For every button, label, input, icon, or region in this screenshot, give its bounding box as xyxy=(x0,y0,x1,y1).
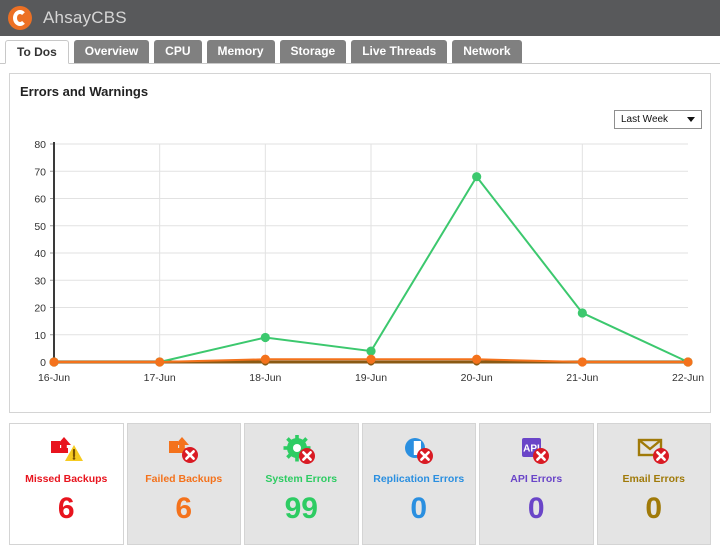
errors-and-warnings-panel: Errors and Warnings Last Week 0 10 20 30 40 5… xyxy=(9,73,711,413)
app-header: AhsayCBS xyxy=(0,0,720,36)
upload-warning-icon xyxy=(47,434,85,470)
data-point[interactable] xyxy=(683,357,692,366)
gear-error-icon xyxy=(282,434,320,470)
ahsay-c-logo-icon xyxy=(8,6,32,30)
data-point[interactable] xyxy=(472,172,481,181)
tab-storage[interactable]: Storage xyxy=(280,40,347,63)
upload-warning-icon xyxy=(47,435,85,469)
y-axis-label: 40 xyxy=(34,248,46,260)
chart-canvas: 0 10 20 30 40 50 60 70 80 16-Jun 17-Jun 18-Jun 19-Ju… xyxy=(10,134,708,404)
card-label: Missed Backups xyxy=(25,473,107,485)
card-value: 0 xyxy=(528,494,545,524)
app-title: AhsayCBS xyxy=(43,8,127,28)
replication-error-icon xyxy=(400,434,438,470)
card-email-errors[interactable]: Email Errors 0 xyxy=(597,423,712,545)
data-point[interactable] xyxy=(366,355,375,364)
data-point[interactable] xyxy=(155,357,164,366)
card-label: Email Errors xyxy=(623,473,685,485)
card-failed-backups[interactable]: Failed Backups 6 xyxy=(127,423,242,545)
tab-to-dos[interactable]: To Dos xyxy=(5,40,69,64)
gear-error-icon xyxy=(282,435,320,469)
y-axis-label: 60 xyxy=(34,194,46,206)
tab-bar: To DosOverviewCPU MemoryStorageLive Threa… xyxy=(0,36,720,64)
y-axis-label: 70 xyxy=(34,166,46,178)
data-point[interactable] xyxy=(49,357,58,366)
data-point[interactable] xyxy=(261,333,270,342)
card-value: 0 xyxy=(645,494,662,524)
data-point[interactable] xyxy=(578,308,587,317)
y-axis-label: 30 xyxy=(34,275,46,287)
time-range-select[interactable]: Last Week xyxy=(614,110,702,129)
card-label: Failed Backups xyxy=(145,473,222,485)
panel-title: Errors and Warnings xyxy=(10,74,710,99)
card-value: 0 xyxy=(410,494,427,524)
card-missed-backups[interactable]: Missed Backups 6 xyxy=(9,423,124,545)
time-range-value: Last Week xyxy=(621,114,668,125)
email-error-icon xyxy=(635,435,673,469)
data-point[interactable] xyxy=(578,357,587,366)
tab-network[interactable]: Network xyxy=(452,40,521,63)
y-axis-label: 50 xyxy=(34,221,46,233)
x-axis-label: 18-Jun xyxy=(249,372,281,384)
data-point[interactable] xyxy=(472,355,481,364)
card-label: Replication Errors xyxy=(373,473,464,485)
tab-memory[interactable]: Memory xyxy=(207,40,275,63)
card-api-errors[interactable]: API API Errors 0 xyxy=(479,423,594,545)
tab-live-threads[interactable]: Live Threads xyxy=(351,40,447,63)
y-axis-label: 0 xyxy=(40,357,46,369)
card-replication-errors[interactable]: Replication Errors 0 xyxy=(362,423,477,545)
y-axis-label: 80 xyxy=(34,139,46,151)
x-axis-label: 19-Jun xyxy=(355,372,387,384)
x-axis-label: 22-Jun xyxy=(672,372,704,384)
card-label: API Errors xyxy=(510,473,562,485)
card-value: 99 xyxy=(285,494,318,524)
data-point[interactable] xyxy=(366,347,375,356)
summary-cards: Missed Backups 6 Failed Backups 6 System Err… xyxy=(9,423,711,545)
y-axis-label: 10 xyxy=(34,330,46,342)
tab-cpu[interactable]: CPU xyxy=(154,40,201,63)
tab-overview[interactable]: Overview xyxy=(74,40,149,63)
api-error-icon: API xyxy=(517,434,555,470)
upload-error-icon xyxy=(165,434,203,470)
replication-error-icon xyxy=(400,435,438,469)
upload-error-icon xyxy=(165,435,203,469)
card-value: 6 xyxy=(58,494,75,524)
card-label: System Errors xyxy=(265,473,337,485)
y-axis-label: 20 xyxy=(34,303,46,315)
email-error-icon xyxy=(635,434,673,470)
errors-warnings-chart: 0 10 20 30 40 50 60 70 80 16-Jun 17-Jun 18-Jun 19-Ju… xyxy=(10,134,708,404)
api-error-icon: API xyxy=(517,435,555,469)
x-axis-label: 21-Jun xyxy=(566,372,598,384)
data-point[interactable] xyxy=(261,355,270,364)
card-system-errors[interactable]: System Errors 99 xyxy=(244,423,359,545)
card-value: 6 xyxy=(175,494,192,524)
x-axis-label: 20-Jun xyxy=(461,372,493,384)
x-axis-label: 16-Jun xyxy=(38,372,70,384)
chevron-down-icon xyxy=(687,117,695,122)
x-axis-label: 17-Jun xyxy=(144,372,176,384)
